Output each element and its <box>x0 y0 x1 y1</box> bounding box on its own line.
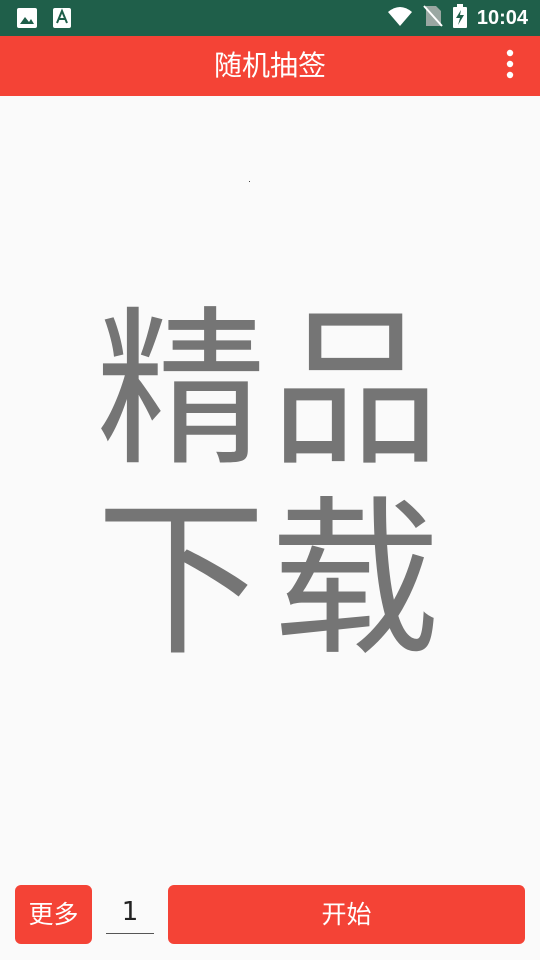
status-right-icons: 10:04 <box>387 4 528 32</box>
status-bar: 10:04 <box>0 0 540 36</box>
result-display-area: 精品下载 <box>0 96 540 866</box>
app-screen: 10:04 随机抽签 精品下载 更多 1 开始 <box>0 0 540 960</box>
start-button[interactable]: 开始 <box>168 885 525 944</box>
overflow-menu-button[interactable] <box>490 46 530 86</box>
status-time: 10:04 <box>476 7 528 29</box>
status-left-icons <box>16 7 72 33</box>
app-bar: 随机抽签 <box>0 36 540 96</box>
decorative-dot <box>249 181 250 182</box>
more-vert-icon <box>506 49 514 83</box>
battery-charging-icon <box>452 4 467 32</box>
app-store-notification-icon <box>52 7 72 33</box>
more-button[interactable]: 更多 <box>15 885 92 944</box>
result-text: 精品下载 <box>95 292 444 680</box>
image-notification-icon <box>16 7 38 33</box>
count-input[interactable]: 1 <box>106 893 154 934</box>
no-sim-icon <box>423 4 443 32</box>
wifi-icon <box>387 5 413 31</box>
app-title: 随机抽签 <box>213 49 326 82</box>
